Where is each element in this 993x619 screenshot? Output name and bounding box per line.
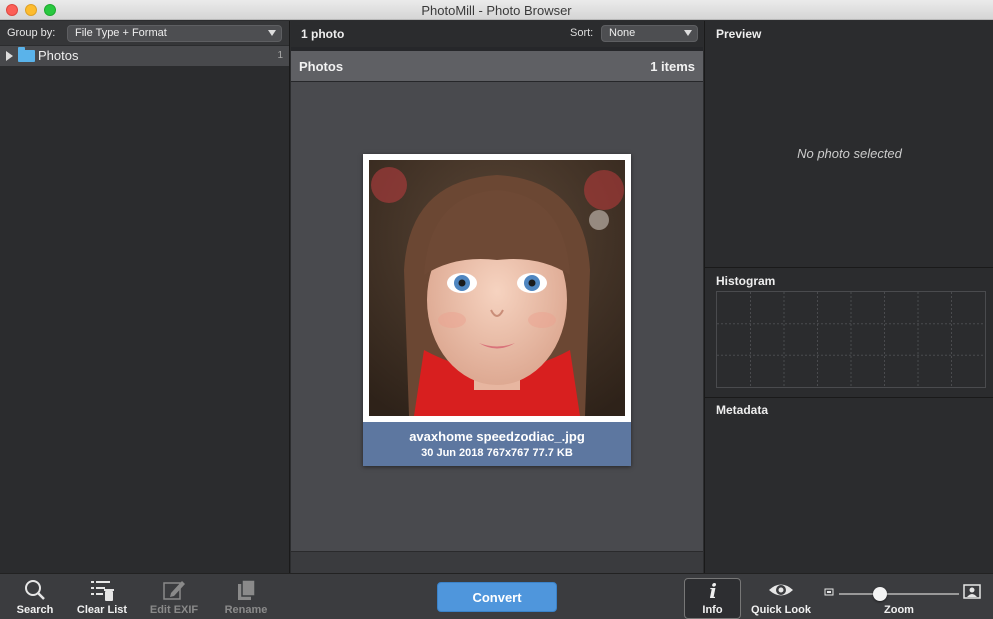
- photo-caption: avaxhome speedzodiac_.jpg 30 Jun 2018 76…: [363, 422, 631, 466]
- chevron-down-icon: [684, 30, 692, 36]
- photo-count: 1 photo: [301, 27, 345, 41]
- sidebar-item-label: Photos: [38, 48, 79, 63]
- window-title: PhotoMill - Photo Browser: [421, 3, 572, 18]
- group-by-label: Group by:: [7, 27, 56, 39]
- eye-icon: [769, 584, 793, 596]
- edit-exif-button[interactable]: Edit EXIF: [146, 578, 202, 616]
- sidebar-item-photos[interactable]: Photos 1: [0, 46, 289, 66]
- zoom-slider[interactable]: [839, 593, 959, 595]
- quick-look-button[interactable]: Quick Look: [748, 578, 814, 616]
- section-title: Photos: [299, 59, 344, 74]
- search-icon: [25, 580, 45, 600]
- chevron-down-icon: [268, 30, 276, 36]
- quick-look-label: Quick Look: [751, 604, 811, 616]
- sidebar: Group by: File Type + Format Photos 1: [0, 21, 290, 573]
- clear-list-icon: [91, 581, 114, 601]
- inspector-panel: Preview No photo selected Histogram Meta…: [704, 21, 993, 573]
- preview-empty-message: No photo selected: [797, 146, 902, 161]
- zoom-in-icon[interactable]: [963, 584, 981, 600]
- photo-meta: 30 Jun 2018 767x767 77.7 KB: [421, 447, 573, 459]
- zoom-slider-knob[interactable]: [873, 587, 887, 601]
- edit-exif-label: Edit EXIF: [149, 604, 199, 616]
- section-header: Photos 1 items: [291, 51, 703, 81]
- rename-button[interactable]: Rename: [220, 578, 272, 616]
- section-count: 1 items: [650, 59, 695, 74]
- sort-label: Sort:: [570, 27, 594, 39]
- title-bar: PhotoMill - Photo Browser: [0, 0, 993, 20]
- divider: [705, 397, 993, 398]
- photo-filename: avaxhome speedzodiac_.jpg: [409, 429, 585, 444]
- histogram-title: Histogram: [716, 274, 776, 288]
- search-label: Search: [16, 604, 54, 616]
- zoom-label: Zoom: [884, 604, 914, 616]
- photo-image: [369, 160, 625, 416]
- group-by-value: File Type + Format: [75, 27, 167, 39]
- disclosure-triangle-icon[interactable]: [6, 51, 13, 61]
- info-label: Info: [702, 604, 723, 616]
- metadata-title: Metadata: [716, 403, 769, 417]
- zoom-out-icon[interactable]: [824, 587, 834, 597]
- sort-select[interactable]: None: [601, 25, 698, 42]
- photo-thumbnail[interactable]: avaxhome speedzodiac_.jpg 30 Jun 2018 76…: [363, 154, 631, 466]
- preview-title: Preview: [716, 27, 762, 41]
- sort-value: None: [609, 27, 636, 39]
- photo-grid[interactable]: avaxhome speedzodiac_.jpg 30 Jun 2018 76…: [291, 82, 703, 551]
- info-button-content[interactable]: i Info: [684, 578, 741, 616]
- histogram-chart: [716, 291, 986, 388]
- divider: [705, 267, 993, 268]
- folder-icon: [18, 47, 35, 62]
- sidebar-item-count: 1: [277, 50, 283, 61]
- convert-button[interactable]: Convert: [437, 582, 557, 612]
- group-by-select[interactable]: File Type + Format: [67, 25, 282, 42]
- bottom-toolbar: Search Clear List Edit EXIF Rename Conve…: [0, 573, 993, 619]
- clear-list-button[interactable]: Clear List: [72, 578, 132, 616]
- edit-exif-icon: [163, 581, 185, 600]
- info-icon: i: [709, 579, 717, 602]
- photo-browser: 1 photo Sort: None Photos 1 items avaxho…: [291, 21, 703, 573]
- clear-list-label: Clear List: [76, 604, 128, 616]
- rename-label: Rename: [224, 604, 268, 616]
- rename-icon: [238, 579, 256, 600]
- search-button[interactable]: Search: [12, 578, 58, 616]
- svg-text:i: i: [709, 579, 717, 602]
- browser-footer: [291, 551, 703, 573]
